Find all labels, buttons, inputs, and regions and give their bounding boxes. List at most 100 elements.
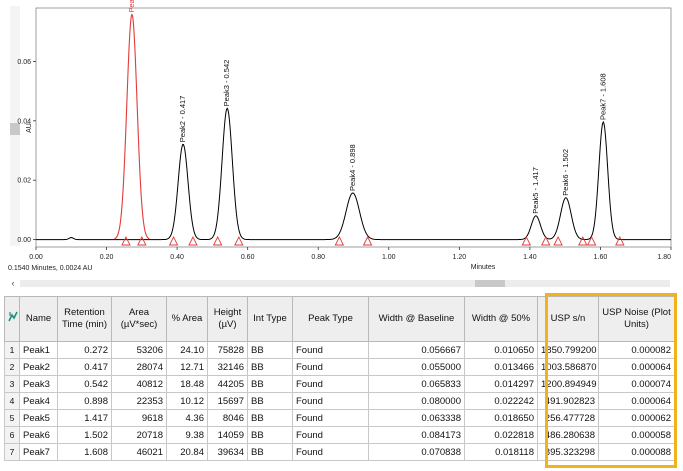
column-header-int-type[interactable]: Int Type xyxy=(247,296,293,342)
cell-percent-area: 18.48 xyxy=(166,375,208,393)
x-tick-label: 0.40 xyxy=(170,254,184,261)
cell-usp-sn: 895.323298 xyxy=(537,443,599,461)
y-axis-label: AU xyxy=(26,123,33,133)
cell-width-baseline: 0.056667 xyxy=(368,341,465,359)
cell-width-50: 0.014297 xyxy=(464,375,538,393)
table-corner[interactable] xyxy=(4,296,20,342)
row-number: 5 xyxy=(4,409,20,427)
column-header-name[interactable]: Name xyxy=(19,296,58,342)
cell-usp-sn: 1850.799200 xyxy=(537,341,599,359)
table-row[interactable]: 4 Peak4 0.898 22353 10.12 15697 BB Found… xyxy=(4,392,675,410)
column-header-area[interactable]: Area (µV*sec) xyxy=(111,296,167,342)
cell-name: Peak6 xyxy=(19,426,58,444)
cell-int-type: BB xyxy=(247,392,293,410)
cell-name: Peak7 xyxy=(19,443,58,461)
cell-usp-sn: 256.477728 xyxy=(537,409,599,427)
peak-label[interactable]: Peak3 - 0.542 xyxy=(222,60,231,107)
cell-usp-sn: 1003.586870 xyxy=(537,358,599,376)
cell-peak-type: Found xyxy=(292,426,369,444)
cell-retention-time: 1.502 xyxy=(57,426,112,444)
cell-peak-type: Found xyxy=(292,341,369,359)
cell-retention-time: 1.417 xyxy=(57,409,112,427)
cell-name: Peak5 xyxy=(19,409,58,427)
column-header-width-50[interactable]: Width @ 50% xyxy=(464,296,538,342)
cell-area: 40812 xyxy=(111,375,167,393)
cell-peak-type: Found xyxy=(292,443,369,461)
cell-retention-time: 1.608 xyxy=(57,443,112,461)
column-header-peak-type[interactable]: Peak Type xyxy=(292,296,369,342)
column-header-usp-noise[interactable]: USP Noise (Plot Units) xyxy=(598,296,675,342)
table-row[interactable]: 1 Peak1 0.272 53206 24.10 75828 BB Found… xyxy=(4,341,675,359)
cell-name: Peak3 xyxy=(19,375,58,393)
peak-label[interactable]: Peak1 - 0.272 xyxy=(127,0,136,13)
cell-width-50: 0.022818 xyxy=(464,426,538,444)
cell-int-type: BB xyxy=(247,358,293,376)
cell-int-type: BB xyxy=(247,375,293,393)
cell-usp-noise: 0.000082 xyxy=(598,341,675,359)
horizontal-scroll-thumb[interactable] xyxy=(475,280,505,287)
column-header-width-baseline[interactable]: Width @ Baseline xyxy=(368,296,465,342)
table-row[interactable]: 5 Peak5 1.417 9618 4.36 8046 BB Found 0.… xyxy=(4,409,675,427)
table-row[interactable]: 7 Peak7 1.608 46021 20.84 39634 BB Found… xyxy=(4,443,675,461)
y-tick-label: 0.06 xyxy=(17,59,31,66)
y-tick-label: 0.02 xyxy=(17,178,31,185)
cell-usp-noise: 0.000074 xyxy=(598,375,675,393)
plot-area[interactable] xyxy=(35,7,672,248)
cell-width-baseline: 0.055000 xyxy=(368,358,465,376)
horizontal-scrollbar[interactable] xyxy=(20,280,670,287)
peak-label[interactable]: Peak2 - 0.417 xyxy=(178,96,187,143)
cell-retention-time: 0.542 xyxy=(57,375,112,393)
x-tick-label: 0.00 xyxy=(29,254,43,261)
cell-area: 28074 xyxy=(111,358,167,376)
x-tick-label: 1.80 xyxy=(657,254,671,261)
cell-height: 32146 xyxy=(207,358,248,376)
cell-percent-area: 4.36 xyxy=(166,409,208,427)
cell-width-50: 0.022242 xyxy=(464,392,538,410)
cell-percent-area: 12.71 xyxy=(166,358,208,376)
cell-area: 53206 xyxy=(111,341,167,359)
cell-width-baseline: 0.080000 xyxy=(368,392,465,410)
peak-label[interactable]: Peak6 - 1.502 xyxy=(561,149,570,196)
row-number: 4 xyxy=(4,392,20,410)
peak-label[interactable]: Peak5 - 1.417 xyxy=(531,167,540,214)
chromatogram-plot[interactable]: 0.000.020.040.06AU0.00 0.20 0.40 0.60 0.80 1.… xyxy=(0,0,683,278)
scroll-left-arrow-icon[interactable]: ‹ xyxy=(8,279,18,288)
column-header-usp-sn[interactable]: USP s/n xyxy=(537,296,599,342)
table-header-row: Name Retention Time (min) Area (µV*sec) … xyxy=(4,296,675,342)
cell-width-50: 0.010650 xyxy=(464,341,538,359)
table-row[interactable]: 2 Peak2 0.417 28074 12.71 32146 BB Found… xyxy=(4,358,675,376)
chromatogram-panel[interactable]: 0.00 0.02 0.04 0.06 AU 0.00 0.20 0.40 0.60 0.80 1.… xyxy=(0,0,683,290)
column-header-retention-time[interactable]: Retention Time (min) xyxy=(57,296,112,342)
x-tick-label: 1.20 xyxy=(453,254,467,261)
table-row[interactable]: 3 Peak3 0.542 40812 18.48 44205 BB Found… xyxy=(4,375,675,393)
x-tick-label: 1.00 xyxy=(382,254,396,261)
cell-usp-noise: 0.000058 xyxy=(598,426,675,444)
cell-usp-sn: 1200.894949 xyxy=(537,375,599,393)
cell-peak-type: Found xyxy=(292,375,369,393)
cell-peak-type: Found xyxy=(292,358,369,376)
cell-retention-time: 0.898 xyxy=(57,392,112,410)
cell-height: 15697 xyxy=(207,392,248,410)
cell-int-type: BB xyxy=(247,443,293,461)
cell-retention-time: 0.417 xyxy=(57,358,112,376)
cell-width-50: 0.013466 xyxy=(464,358,538,376)
column-header-height[interactable]: Height (µV) xyxy=(207,296,248,342)
cell-area: 20718 xyxy=(111,426,167,444)
x-tick-label: 1.40 xyxy=(523,254,537,261)
cell-usp-noise: 0.000064 xyxy=(598,358,675,376)
cursor-readout: 0.1540 Minutes, 0.0024 AU xyxy=(8,265,93,272)
cell-usp-noise: 0.000064 xyxy=(598,392,675,410)
cell-height: 39634 xyxy=(207,443,248,461)
cell-height: 14059 xyxy=(207,426,248,444)
peak-filter-icon[interactable] xyxy=(7,311,19,323)
cell-name: Peak4 xyxy=(19,392,58,410)
table-row[interactable]: 6 Peak6 1.502 20718 9.38 14059 BB Found … xyxy=(4,426,675,444)
peak-label[interactable]: Peak7 - 1.608 xyxy=(598,73,607,120)
cell-width-50: 0.018118 xyxy=(464,443,538,461)
cell-width-baseline: 0.065833 xyxy=(368,375,465,393)
cell-peak-type: Found xyxy=(292,409,369,427)
peak-label[interactable]: Peak4 - 0.898 xyxy=(348,144,357,191)
cell-name: Peak1 xyxy=(19,341,58,359)
column-header-percent-area[interactable]: % Area xyxy=(166,296,208,342)
x-tick-label: 0.80 xyxy=(311,254,325,261)
